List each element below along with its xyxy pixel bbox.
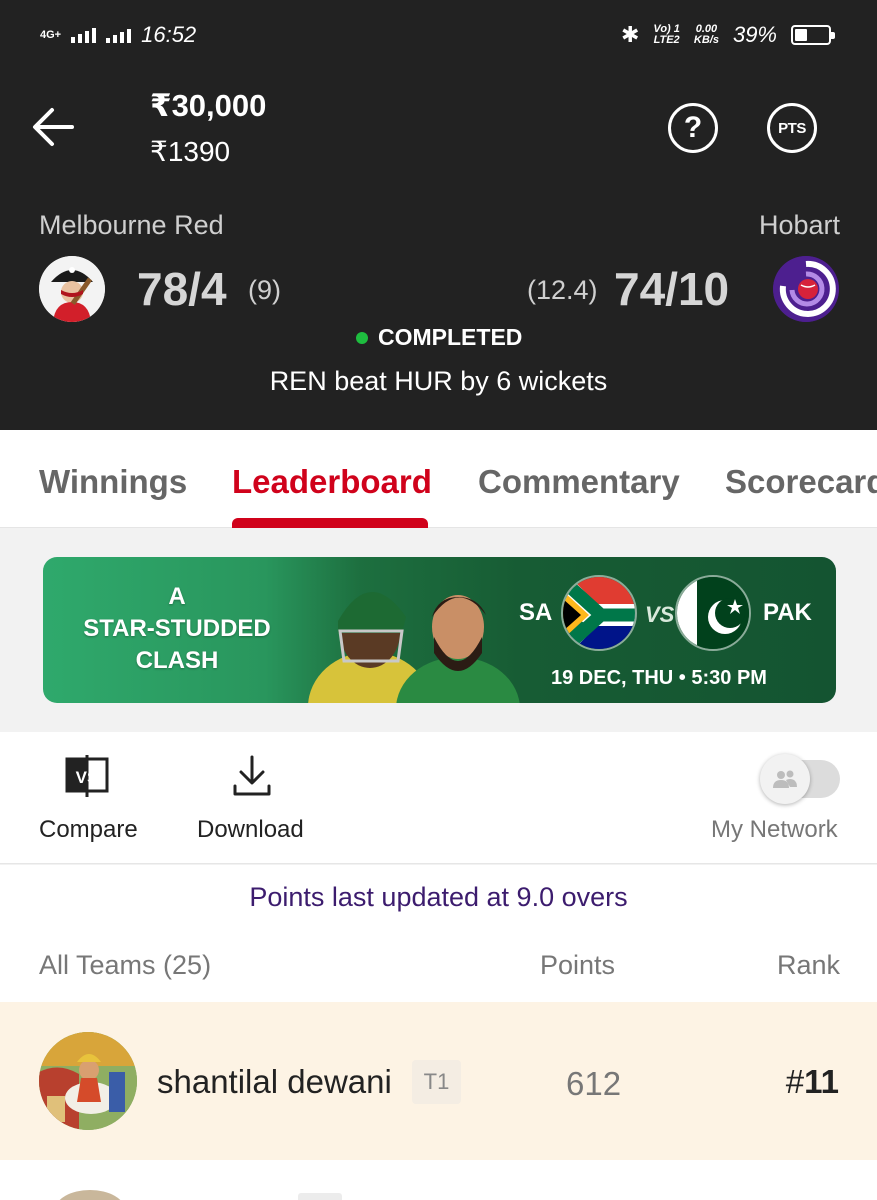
signal-2-icon (106, 27, 132, 43)
back-arrow-icon[interactable] (30, 104, 76, 150)
signal-icon (71, 27, 97, 43)
team-a-logo (39, 256, 105, 322)
team-a-overs: (9) (248, 275, 281, 305)
team-b-score: 74/10 (614, 263, 730, 315)
team-b-overs: (12.4) (527, 275, 598, 305)
leaderboard-list: Points last updated at 9.0 overs All Tea… (0, 865, 877, 1200)
banner-team-2: PAK (763, 599, 812, 626)
match-result: REN beat HUR by 6 wickets (269, 366, 608, 396)
column-points: Points (540, 950, 616, 980)
tab-commentary[interactable]: Commentary (478, 463, 680, 501)
banner-vs: VS (645, 602, 675, 627)
points-updated-note: Points last updated at 9.0 overs (249, 882, 628, 912)
battery-percent: 39% (732, 22, 777, 47)
compare-label: Compare (39, 816, 138, 843)
leaderboard-actions: VS Compare Download My Network (0, 732, 877, 864)
promo-banner[interactable]: A STAR-STUDDED CLASH SA VS PAK 19 DEC, T… (43, 557, 836, 703)
team-a-score: 78/4 (137, 263, 227, 315)
match-status-label: COMPLETED (378, 324, 523, 350)
download-icon (233, 755, 271, 796)
entry-fee: ₹1390 (150, 136, 231, 167)
tab-bar: Winnings Leaderboard Commentary Scorecar… (0, 430, 877, 528)
avatar (55, 1190, 125, 1200)
banner-tagline: A STAR-STUDDED CLASH (83, 583, 271, 674)
match-header: 4G+ 16:52 ✱ Vo) 1 LTE2 0.00 KB/s 39% ₹30,0… (0, 0, 877, 430)
compare-icon: VS (65, 755, 109, 797)
status-dot-icon (356, 331, 368, 344)
leaderboard-screen: 4G+ 16:52 ✱ Vo) 1 LTE2 0.00 KB/s 39% ₹30,0… (0, 0, 877, 1200)
banner-schedule: 19 DEC, THU • 5:30 PM (551, 667, 767, 689)
status-bar: 4G+ 16:52 ✱ Vo) 1 LTE2 0.00 KB/s 39% (0, 0, 877, 72)
tab-leaderboard[interactable]: Leaderboard (232, 463, 432, 501)
south-africa-flag-icon (561, 575, 637, 651)
team-a-name: Melbourne Red (39, 210, 224, 240)
leaderboard-row[interactable]: shantilal dewani T1 612 #11 (0, 1002, 877, 1160)
rank-hash: # (785, 1063, 805, 1100)
download-label: Download (197, 816, 304, 843)
match-status: COMPLETED (356, 324, 522, 351)
my-network-label: My Network (711, 816, 838, 843)
avatar (39, 1032, 137, 1130)
user-rank: #11 (786, 1063, 839, 1101)
my-network-toggle[interactable] (760, 754, 840, 804)
team-b-name: Hobart (758, 210, 840, 240)
points-system-icon[interactable]: PTS (767, 103, 817, 153)
bluetooth-icon: ✱ (620, 22, 640, 47)
pakistan-flag-icon (675, 575, 751, 651)
user-points: 612 (566, 1065, 622, 1102)
toggle-knob (760, 754, 810, 804)
list-item[interactable] (0, 1160, 877, 1200)
help-icon[interactable]: ? (668, 103, 718, 153)
battery-icon (791, 25, 835, 45)
team-b-logo (773, 256, 839, 322)
team-tag-badge (298, 1193, 342, 1200)
banner-team-1: SA (519, 599, 553, 626)
network-type: 4G+ (40, 28, 62, 41)
clock: 16:52 (141, 22, 197, 47)
net-speed: 0.00 KB/s (693, 23, 719, 46)
column-rank: Rank (776, 950, 840, 980)
column-all-teams: All Teams (25) (39, 950, 212, 980)
user-team-name: shantilal dewani (157, 1063, 392, 1100)
tab-winnings[interactable]: Winnings (39, 463, 187, 501)
volte-indicator: Vo) 1 LTE2 (653, 23, 680, 46)
rank-value: 11 (804, 1063, 839, 1100)
team-tag-badge: T1 (412, 1060, 461, 1104)
compare-icon-text: VS (76, 768, 99, 787)
prize-pool: ₹30,000 (150, 88, 267, 123)
active-tab-indicator (232, 518, 428, 528)
people-icon (773, 770, 797, 788)
tab-scorecard[interactable]: Scorecard (725, 463, 877, 501)
banner-players-image (308, 591, 520, 703)
